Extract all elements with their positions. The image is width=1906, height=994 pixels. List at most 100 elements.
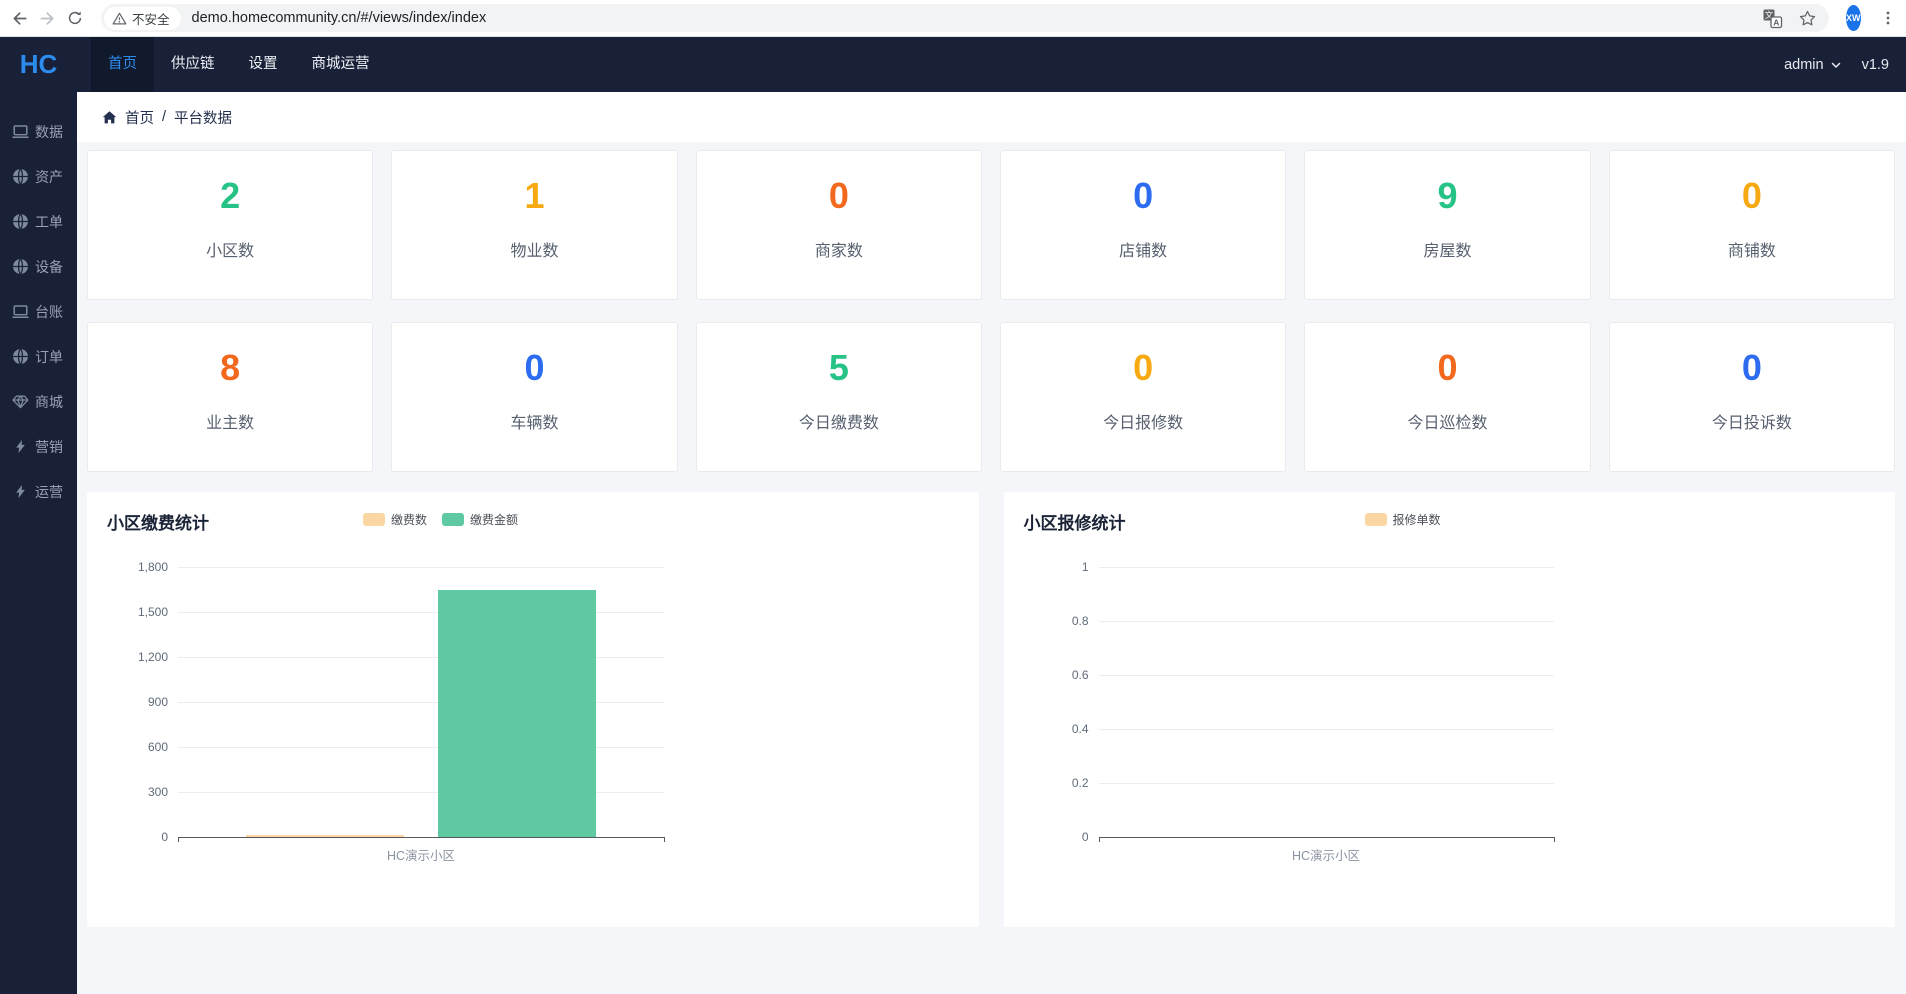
y-axis-tick-label: 0 — [161, 830, 168, 844]
stat-label: 房屋数 — [1305, 237, 1589, 261]
sidebar-item-label: 运营 — [35, 482, 63, 502]
stat-card-1: 1物业数 — [391, 150, 677, 300]
security-badge[interactable]: 不安全 — [104, 7, 181, 30]
sidebar-item-label: 设备 — [35, 257, 63, 277]
stat-card-8: 5今日缴费数 — [696, 322, 982, 472]
breadcrumb-current: 平台数据 — [174, 107, 232, 128]
reload-icon — [66, 9, 84, 27]
browser-menu-button[interactable] — [1874, 4, 1902, 32]
legend-item[interactable]: 缴费金额 — [442, 511, 518, 528]
gridline — [1099, 729, 1554, 730]
stat-value: 0 — [1001, 178, 1285, 214]
sidebar-item-8[interactable]: 运营 — [0, 469, 77, 514]
sidebar-item-2[interactable]: 工单 — [0, 199, 77, 244]
nav-tab-2[interactable]: 设置 — [232, 37, 295, 92]
user-menu[interactable]: admin — [1784, 57, 1842, 73]
sidebar-item-1[interactable]: 资产 — [0, 154, 77, 199]
user-name: admin — [1784, 57, 1824, 73]
chart-legend: 报修单数 — [1365, 511, 1441, 528]
legend-item[interactable]: 缴费数 — [363, 511, 427, 528]
stat-label: 店铺数 — [1001, 237, 1285, 261]
breadcrumb: 首页 / 平台数据 — [77, 92, 1906, 142]
legend-item[interactable]: 报修单数 — [1365, 511, 1441, 528]
sidebar-item-7[interactable]: 营销 — [0, 424, 77, 469]
y-axis-tick-label: 0.8 — [1072, 614, 1089, 628]
stat-card-11: 0今日投诉数 — [1609, 322, 1895, 472]
chart-legend: 缴费数 缴费金额 — [363, 511, 518, 528]
browser-forward-button[interactable] — [33, 4, 61, 32]
browser-back-button[interactable] — [5, 4, 33, 32]
sidebar-item-4[interactable]: 台账 — [0, 289, 77, 334]
stat-card-6: 8业主数 — [87, 322, 373, 472]
globe-icon — [12, 213, 29, 230]
stat-value: 0 — [1305, 350, 1589, 386]
x-axis-category-label: HC演示小区 — [387, 845, 455, 864]
stat-value: 0 — [392, 350, 676, 386]
monitor-icon — [12, 303, 29, 320]
y-axis-tick-label: 0 — [1082, 830, 1089, 844]
bookmark-star-icon[interactable] — [1798, 9, 1817, 28]
sidebar-item-5[interactable]: 订单 — [0, 334, 77, 379]
bolt-icon — [12, 438, 29, 455]
version-label: v1.9 — [1862, 57, 1889, 73]
forward-arrow-icon — [38, 9, 57, 28]
gridline — [1099, 567, 1554, 568]
legend-swatch — [442, 513, 464, 526]
app-header: HC 首页供应链设置商城运营 admin v1.9 — [0, 37, 1906, 92]
sidebar-item-label: 工单 — [35, 212, 63, 232]
x-axis-category-label: HC演示小区 — [1292, 845, 1360, 864]
bar-缴费金额[interactable] — [438, 590, 596, 837]
repair-chart-panel: 小区报修统计报修单数00.20.40.60.81HC演示小区 — [1004, 492, 1896, 927]
avatar-initials: XW — [1846, 13, 1861, 23]
gridline — [1099, 783, 1554, 784]
browser-profile-avatar[interactable]: XW — [1846, 5, 1861, 31]
stat-label: 业主数 — [88, 409, 372, 433]
url-text[interactable]: demo.homecommunity.cn/#/views/index/inde… — [192, 10, 487, 26]
dashboard-content: 2小区数1物业数0商家数0店铺数9房屋数0商铺数8业主数0车辆数5今日缴费数0今… — [77, 142, 1906, 927]
stat-label: 车辆数 — [392, 409, 676, 433]
kebab-menu-icon — [1880, 10, 1896, 26]
stat-label: 今日投诉数 — [1610, 409, 1894, 433]
stat-value: 5 — [697, 350, 981, 386]
sidebar: 数据资产工单设备台账订单商城营销运营 — [0, 92, 77, 994]
sidebar-item-label: 商城 — [35, 392, 63, 412]
stat-card-9: 0今日报修数 — [1000, 322, 1286, 472]
gem-icon — [12, 393, 29, 410]
stat-value: 2 — [88, 178, 372, 214]
stat-card-2: 0商家数 — [696, 150, 982, 300]
stat-label: 商铺数 — [1610, 237, 1894, 261]
address-bar[interactable]: 不安全 demo.homecommunity.cn/#/views/index/… — [101, 4, 1829, 32]
translate-icon[interactable]: 文A — [1762, 8, 1783, 29]
nav-tab-1[interactable]: 供应链 — [154, 37, 232, 92]
breadcrumb-home[interactable]: 首页 — [125, 107, 154, 128]
charts-row: 小区缴费统计缴费数缴费金额03006009001,2001,5001,800HC… — [87, 492, 1895, 927]
nav-tab-0[interactable]: 首页 — [91, 37, 154, 92]
sidebar-item-label: 数据 — [35, 122, 63, 142]
stat-card-3: 0 店铺数 — [1000, 150, 1286, 300]
y-axis-tick-label: 1,800 — [138, 560, 168, 574]
globe-icon — [12, 348, 29, 365]
sidebar-item-0[interactable]: 数据 — [0, 109, 77, 154]
nav-tab-3[interactable]: 商城运营 — [295, 37, 387, 92]
stat-card-7: 0 车辆数 — [391, 322, 677, 472]
y-axis-tick-label: 300 — [148, 785, 168, 799]
sidebar-item-3[interactable]: 设备 — [0, 244, 77, 289]
stat-value: 9 — [1305, 178, 1589, 214]
monitor-icon — [12, 123, 29, 140]
legend-swatch — [363, 513, 385, 526]
gridline — [178, 567, 664, 568]
y-axis-tick-label: 0.4 — [1072, 722, 1089, 736]
stat-value: 1 — [392, 178, 676, 214]
sidebar-item-6[interactable]: 商城 — [0, 379, 77, 424]
bar-缴费数[interactable] — [246, 835, 404, 837]
axis-tick — [178, 837, 179, 842]
y-axis-tick-label: 900 — [148, 695, 168, 709]
payment-chart-panel: 小区缴费统计缴费数缴费金额03006009001,2001,5001,800HC… — [87, 492, 979, 927]
legend-swatch — [1365, 513, 1387, 526]
legend-label: 报修单数 — [1393, 511, 1441, 528]
app-logo[interactable]: HC — [0, 49, 77, 80]
nav-tabs: 首页供应链设置商城运营 — [91, 37, 387, 92]
browser-reload-button[interactable] — [61, 4, 89, 32]
legend-label: 缴费金额 — [470, 511, 518, 528]
x-axis-line — [178, 837, 664, 838]
